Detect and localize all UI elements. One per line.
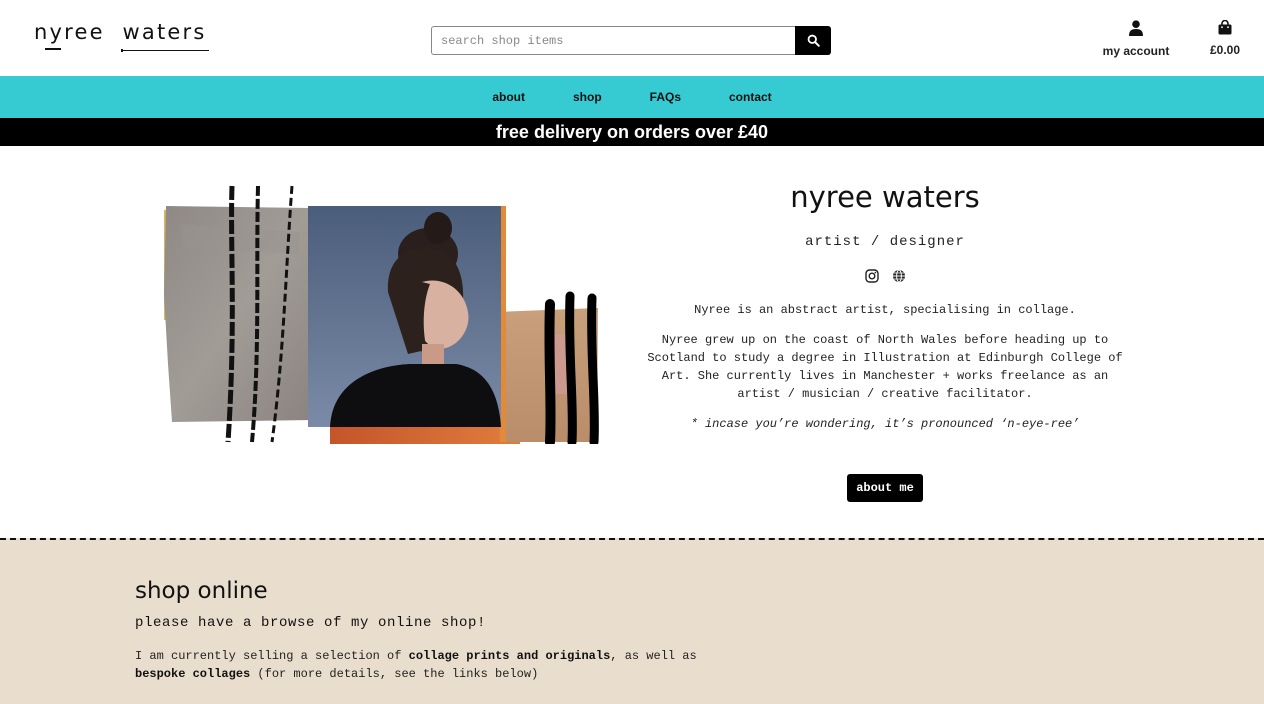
my-account-link[interactable]: my account xyxy=(1096,20,1176,58)
bio-intro: Nyree is an abstract artist, specialisin… xyxy=(694,303,1076,317)
nav-item-shop[interactable]: shop xyxy=(573,90,602,104)
site-logo[interactable]: nyree waters xyxy=(34,20,214,56)
account-label: my account xyxy=(1102,44,1170,58)
collage-portrait-image xyxy=(164,185,599,444)
shopping-bag-icon xyxy=(1218,19,1232,35)
shop-title: shop online xyxy=(135,578,268,604)
search-input[interactable] xyxy=(431,26,795,55)
shop-subtitle: please have a browse of my online shop! xyxy=(135,615,487,631)
nav-item-faqs[interactable]: FAQs xyxy=(650,90,681,104)
globe-icon[interactable] xyxy=(892,269,906,283)
promo-banner: free delivery on orders over £40 xyxy=(0,118,1264,146)
search-button[interactable] xyxy=(795,26,831,55)
logo-text: nyree waters xyxy=(34,20,207,44)
cart-total: £0.00 xyxy=(1209,43,1241,57)
collage-prints-link: collage prints and originals xyxy=(408,649,611,663)
artist-name: nyree waters xyxy=(790,180,980,214)
shop-description: I am currently selling a selection of co… xyxy=(135,649,697,681)
social-links xyxy=(640,269,1130,285)
cart-link[interactable]: £0.00 xyxy=(1198,19,1252,57)
bespoke-collages-link: bespoke collages xyxy=(135,667,251,681)
search-bar xyxy=(431,26,831,55)
bio-paragraph: Nyree grew up on the coast of North Wale… xyxy=(647,333,1123,401)
search-icon xyxy=(807,34,820,47)
main-nav: about shop FAQs contact xyxy=(0,76,1264,118)
instagram-icon[interactable] xyxy=(864,269,879,283)
user-icon xyxy=(1129,20,1143,36)
artist-bio: nyree waters artist / designer Nyree is … xyxy=(640,178,1130,433)
nav-item-contact[interactable]: contact xyxy=(729,90,772,104)
site-header: nyree waters my account £0.00 xyxy=(0,0,1264,76)
artist-role: artist / designer xyxy=(805,234,965,250)
pronunciation-note: * incase you’re wondering, it’s pronounc… xyxy=(690,417,1080,431)
nav-item-about[interactable]: about xyxy=(492,90,525,104)
shop-section: shop online please have a browse of my o… xyxy=(0,538,1264,704)
about-me-button[interactable]: about me xyxy=(847,474,923,502)
